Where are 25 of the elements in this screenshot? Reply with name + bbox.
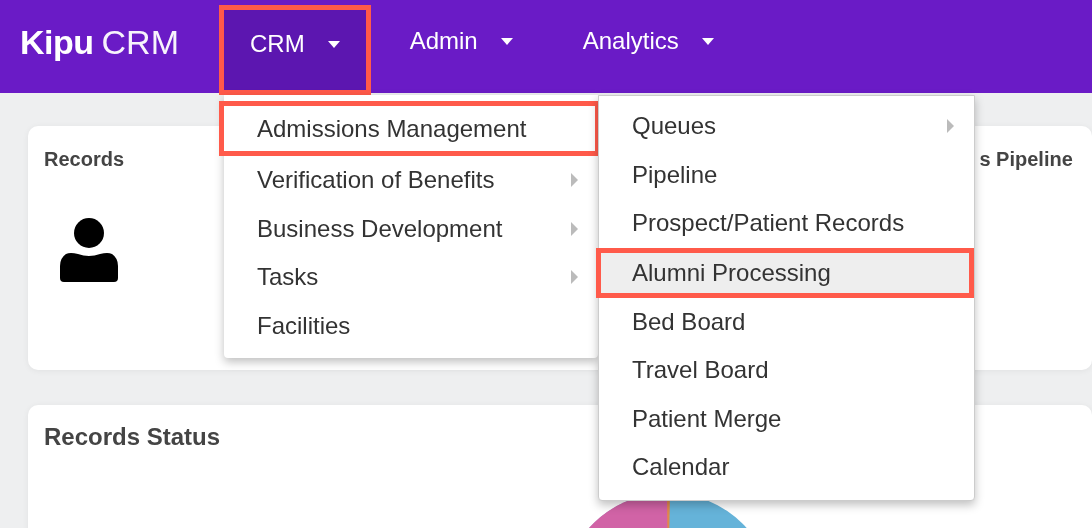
menu-item[interactable]: Pipeline [599,150,974,199]
menu-item[interactable]: Bed Board [599,297,974,346]
card-title: Records Status [43,422,222,451]
nav-menu-button[interactable]: Admin [378,0,544,93]
menu-item[interactable]: Travel Board [599,346,974,395]
menu-item[interactable]: Tasks [224,253,598,302]
menu-item[interactable]: Patient Merge [599,394,974,443]
menu-item[interactable]: Alumni Processing [596,247,974,298]
menu-item[interactable]: Queues [599,102,974,151]
menu-item[interactable]: Prospect/Patient Records [599,199,974,248]
logo-brand: Kipu [20,23,94,62]
caret-icon [701,37,714,45]
logo-product: CRM [101,23,179,62]
caret-icon [327,40,340,48]
nav-menu-button[interactable]: CRM [219,5,371,95]
menu-item[interactable]: Verification of Benefits [224,156,598,205]
menu-item[interactable]: Admissions Management [219,101,600,156]
menu-item[interactable]: Facilities [224,301,598,350]
menu-item[interactable]: Calendar [599,443,974,492]
card-title: s Pipeline [979,147,1074,171]
menu-item[interactable]: Business Development [224,204,598,253]
card-title: Records [43,147,126,171]
nav-menu-button[interactable]: Analytics [551,0,745,93]
person-icon [60,218,118,282]
caret-icon [500,37,513,45]
